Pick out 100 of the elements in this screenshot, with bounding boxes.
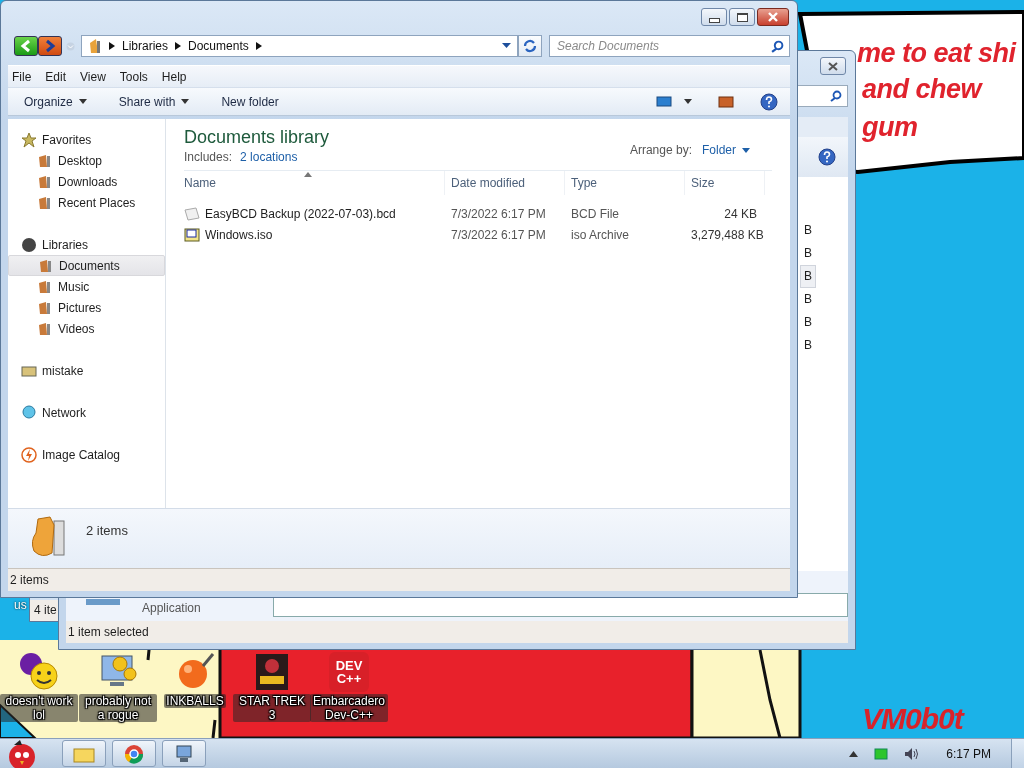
caret-icon xyxy=(181,99,190,104)
column-header[interactable]: Type xyxy=(565,171,685,195)
includes-label: Includes: xyxy=(184,150,233,164)
application-icon xyxy=(86,599,120,607)
folder-icon xyxy=(37,278,53,295)
arrange-label: Arrange by: xyxy=(629,143,692,157)
table-cell-text: 3,279,488 KB xyxy=(690,227,765,242)
smiley-icon[interactable] xyxy=(19,652,59,692)
breadcrumb-item[interactable]: Libraries xyxy=(122,39,169,53)
folder-icon xyxy=(37,152,53,169)
nav-item[interactable]: Recent Places xyxy=(8,192,165,213)
browser-icon xyxy=(124,743,144,764)
item-count: 2 items xyxy=(86,523,128,538)
nav-item[interactable]: Pictures xyxy=(8,297,165,318)
folder-icon xyxy=(37,299,53,316)
back-button[interactable] xyxy=(14,36,38,56)
column-header[interactable]: Date modified xyxy=(445,171,565,195)
refresh-button[interactable] xyxy=(518,35,542,57)
table-cell-text: 24 KB xyxy=(723,206,758,221)
nav-item[interactable]: mistake xyxy=(8,360,165,381)
show-hidden-icons-icon[interactable] xyxy=(849,750,859,757)
menu-item[interactable]: Tools xyxy=(115,69,155,84)
toolbar-button[interactable]: Share with xyxy=(112,91,196,112)
dropdown-icon[interactable] xyxy=(684,99,692,104)
size-cell-text: B xyxy=(803,222,813,239)
wallpaper-signature: VM0b0t xyxy=(862,702,963,736)
nav-item[interactable]: Favorites xyxy=(8,129,165,150)
nav-item[interactable]: Image Catalog xyxy=(8,444,165,465)
table-cell-text: 7/3/2022 6:17 PM xyxy=(450,206,547,221)
sort-arrow-icon xyxy=(304,172,312,177)
taskbar-button[interactable] xyxy=(112,740,156,767)
search-field[interactable]: Search Documents xyxy=(549,35,790,57)
wallpaper-text: and chew xyxy=(862,74,982,105)
maximize-button[interactable] xyxy=(729,8,755,26)
close-icon xyxy=(828,61,838,71)
column-header[interactable]: Size xyxy=(685,171,765,195)
caret-icon xyxy=(78,99,87,104)
menu-item[interactable]: Edit xyxy=(41,69,74,84)
lightning-icon xyxy=(21,446,37,463)
menu-item[interactable]: File xyxy=(8,69,39,84)
menu-item[interactable]: View xyxy=(76,69,113,84)
close-button[interactable] xyxy=(820,57,846,75)
help-icon[interactable] xyxy=(818,148,836,166)
taskbar-button[interactable] xyxy=(162,740,206,767)
desktop-icon-label[interactable]: Embarcadero Dev-C++ xyxy=(310,694,388,722)
help-icon[interactable] xyxy=(760,92,778,111)
details-text: Application xyxy=(142,601,201,615)
star-icon xyxy=(21,131,37,148)
table-cell-text: BCD File xyxy=(570,206,620,221)
toolbar-button[interactable]: New folder xyxy=(215,91,285,112)
preview-pane-icon[interactable] xyxy=(718,95,734,108)
nav-item[interactable]: Desktop xyxy=(8,150,165,171)
table-cell[interactable]: EasyBCD Backup (2022-07-03).bcd xyxy=(184,205,445,222)
desktop-icon-label[interactable]: doesn't work lol xyxy=(0,694,78,722)
menu-item[interactable]: Help xyxy=(157,69,194,84)
wallpaper-text: gum xyxy=(862,112,918,143)
table-cell[interactable]: Windows.iso xyxy=(184,226,445,243)
table-cell-text: iso Archive xyxy=(570,227,631,242)
speaker-icon[interactable] xyxy=(904,746,921,761)
column-header[interactable]: Name xyxy=(184,171,445,195)
minimize-button[interactable] xyxy=(701,8,727,26)
nav-item[interactable]: Videos xyxy=(8,318,165,339)
search-icon xyxy=(830,90,842,102)
nav-item[interactable]: Network xyxy=(8,402,165,423)
chevron-icon[interactable] xyxy=(109,42,115,50)
folder-icon xyxy=(38,257,54,274)
size-cell: B xyxy=(800,265,816,288)
desktop-icon-label[interactable]: STAR TREK 3 xyxy=(233,694,311,722)
arrange-dropdown[interactable]: Folder xyxy=(698,141,754,159)
search-icon xyxy=(771,40,784,53)
close-icon xyxy=(767,12,779,22)
forward-button[interactable] xyxy=(38,36,62,56)
caret-icon xyxy=(742,147,750,153)
nav-item[interactable]: Documents xyxy=(8,255,165,276)
status-text: 1 item selected xyxy=(66,621,848,643)
chevron-icon[interactable] xyxy=(255,42,262,50)
table-cell-text: 7/3/2022 6:17 PM xyxy=(450,227,547,242)
clock-time[interactable]: 6:17 PM xyxy=(946,746,991,761)
desktop-icon-label[interactable]: probably not a rogue xyxy=(79,694,157,722)
view-icon[interactable] xyxy=(656,95,672,108)
nav-item[interactable]: Downloads xyxy=(8,171,165,192)
address-bar[interactable]: Libraries Documents xyxy=(81,35,518,57)
nav-item[interactable]: Libraries xyxy=(8,234,165,255)
status-text: 2 items xyxy=(10,573,49,587)
file-icon xyxy=(184,205,200,222)
size-cell-text: B xyxy=(803,337,813,354)
dev-cpp-logo[interactable]: DEV C++ xyxy=(329,652,369,692)
chevron-icon[interactable] xyxy=(175,42,182,50)
size-cell-text: B xyxy=(803,291,813,308)
disc-image-icon xyxy=(184,226,200,243)
locations-link[interactable]: 2 locations xyxy=(240,150,298,164)
desktop-icon-label: us xyxy=(14,598,27,612)
library-title: Documents library xyxy=(184,127,330,148)
toolbar-button[interactable]: Organize xyxy=(18,91,93,112)
breadcrumb-item[interactable]: Documents xyxy=(188,39,249,53)
wallpaper-text: me to eat shi xyxy=(857,38,1016,69)
size-cell-text: B xyxy=(803,245,813,262)
close-button[interactable] xyxy=(757,8,789,26)
nav-item[interactable]: Music xyxy=(8,276,165,297)
folder-icon xyxy=(37,320,53,337)
